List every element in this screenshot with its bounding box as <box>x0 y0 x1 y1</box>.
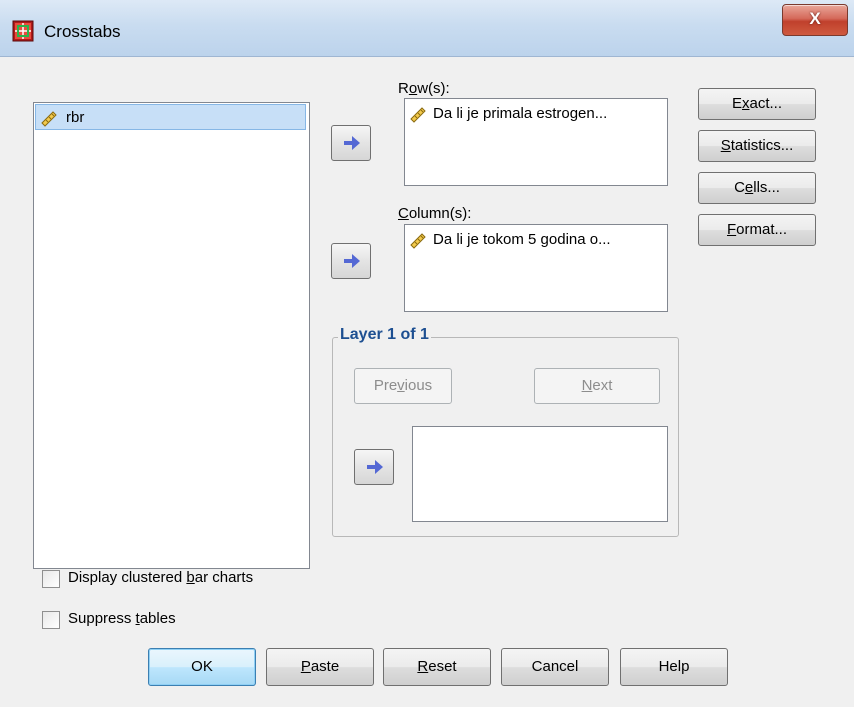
move-to-layer-button[interactable] <box>354 449 394 485</box>
exact-button[interactable]: Exact... <box>698 88 816 120</box>
ruler-icon <box>41 111 57 127</box>
column-variable-label: Da li je tokom 5 godina o... <box>433 231 611 248</box>
rows-list[interactable]: Da li je primala estrogen... <box>404 98 668 186</box>
suppress-tables-label: Suppress tables <box>68 610 176 627</box>
close-button[interactable]: X <box>782 4 848 36</box>
layer-list[interactable] <box>412 426 668 522</box>
arrow-right-icon <box>344 136 360 150</box>
variable-label: rbr <box>66 109 85 126</box>
crosstabs-dialog: Crosstabs X rbr Row(s): Da li je primala… <box>0 0 854 707</box>
list-item[interactable]: rbr <box>35 104 306 130</box>
cancel-button[interactable]: Cancel <box>501 648 609 686</box>
title-bar[interactable]: Crosstabs X <box>0 0 854 57</box>
cells-button[interactable]: Cells... <box>698 172 816 204</box>
previous-button[interactable]: Previous <box>354 368 452 404</box>
window-title: Crosstabs <box>44 22 121 41</box>
help-button[interactable]: Help <box>620 648 728 686</box>
rows-label: Row(s): <box>398 80 450 97</box>
columns-label: Column(s): <box>398 205 472 222</box>
reset-button[interactable]: Reset <box>383 648 491 686</box>
statistics-button[interactable]: Statistics... <box>698 130 816 162</box>
ruler-icon <box>410 233 426 249</box>
paste-button[interactable]: Paste <box>266 648 374 686</box>
ok-button[interactable]: OK <box>148 648 256 686</box>
clustered-bar-charts-label: Display clustered bar charts <box>68 569 254 586</box>
columns-list[interactable]: Da li je tokom 5 godina o... <box>404 224 668 312</box>
variable-list[interactable]: rbr <box>33 102 310 569</box>
move-to-rows-button[interactable] <box>331 125 371 161</box>
suppress-tables-checkbox[interactable] <box>42 611 60 629</box>
close-icon: X <box>809 9 821 28</box>
arrow-right-icon <box>344 254 360 268</box>
next-button[interactable]: Next <box>534 368 660 404</box>
layer-title: Layer 1 of 1 <box>338 326 431 344</box>
ruler-icon <box>410 107 426 123</box>
clustered-bar-charts-checkbox[interactable] <box>42 570 60 588</box>
format-button[interactable]: Format... <box>698 214 816 246</box>
move-to-columns-button[interactable] <box>331 243 371 279</box>
crosstabs-app-icon <box>12 20 34 42</box>
row-variable-label: Da li je primala estrogen... <box>433 105 608 122</box>
arrow-right-icon <box>367 460 383 474</box>
